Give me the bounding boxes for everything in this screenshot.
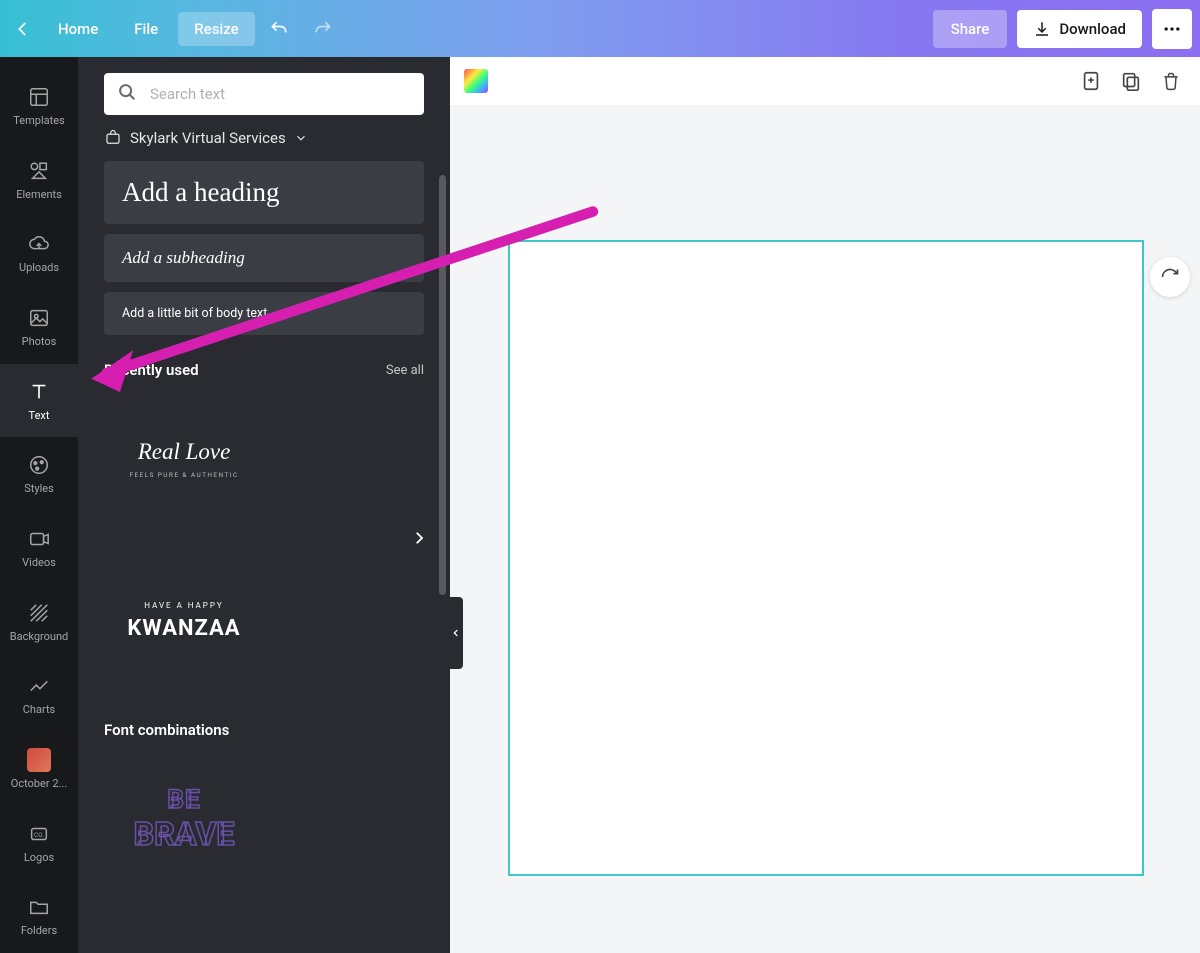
add-body-text-button[interactable]: Add a little bit of body text	[104, 292, 424, 335]
sidebar-label: Elements	[16, 188, 62, 201]
file-menu[interactable]: File	[118, 12, 174, 46]
regenerate-button[interactable]	[1150, 257, 1190, 297]
carousel-next-button[interactable]	[410, 529, 428, 551]
sidebar-label: Text	[29, 409, 50, 422]
sidebar-item-templates[interactable]: Templates	[0, 69, 78, 143]
sidebar-item-uploads[interactable]: Uploads	[0, 216, 78, 290]
brand-kit-selector[interactable]: Skylark Virtual Services	[104, 129, 424, 147]
brand-icon	[104, 129, 122, 147]
canvas-document[interactable]	[508, 240, 1144, 876]
brand-name-label: Skylark Virtual Services	[130, 129, 286, 147]
background-icon	[27, 601, 51, 625]
templates-icon	[27, 85, 51, 109]
font-combinations-header: Font combinations	[104, 721, 424, 739]
canvas-toolbar	[450, 57, 1200, 105]
document-color-swatch[interactable]	[464, 69, 488, 93]
scrollbar-thumb[interactable]	[439, 175, 446, 595]
sidebar-label: Uploads	[19, 261, 59, 274]
folders-icon	[27, 895, 51, 919]
sidebar-item-custom-folder[interactable]: October 2...	[0, 732, 78, 806]
sidebar-label: Photos	[22, 335, 57, 348]
download-label: Download	[1059, 20, 1126, 38]
add-page-button[interactable]	[1076, 66, 1106, 96]
sidebar-item-background[interactable]: Background	[0, 585, 78, 659]
text-icon	[27, 380, 51, 404]
download-button[interactable]: Download	[1017, 10, 1142, 48]
sidebar-item-photos[interactable]: Photos	[0, 290, 78, 364]
font-combinations-title: Font combinations	[104, 721, 229, 739]
recently-used-title: Recently used	[104, 361, 199, 379]
text-panel: Skylark Virtual Services Add a heading A…	[78, 57, 450, 953]
charts-icon	[27, 674, 51, 698]
search-container	[104, 73, 424, 115]
videos-icon	[27, 527, 51, 551]
sidebar-strip: Templates Elements Uploads Photos Text S…	[0, 57, 78, 953]
font-combination-template[interactable]: BE BRAVE	[104, 745, 264, 893]
sidebar-item-charts[interactable]: Charts	[0, 658, 78, 732]
sidebar-item-videos[interactable]: Videos	[0, 511, 78, 585]
sidebar-label: Templates	[13, 114, 64, 127]
font-combinations-grid: BE BRAVE BAKED FRESH Stay Fearless SHINE…	[104, 745, 424, 953]
sidebar-label: Folders	[21, 924, 57, 937]
resize-menu[interactable]: Resize	[178, 12, 254, 46]
sidebar-item-text[interactable]: Text	[0, 364, 78, 438]
sidebar-item-styles[interactable]: Styles	[0, 437, 78, 511]
sidebar-item-folders[interactable]: Folders	[0, 879, 78, 953]
share-button[interactable]: Share	[933, 10, 1008, 48]
panel-scrollbar[interactable]	[439, 175, 446, 943]
recently-used-header: Recently used See all	[104, 361, 424, 379]
elements-icon	[27, 159, 51, 183]
recent-text-template[interactable]: HAVE A HAPPY KWANZAA	[104, 547, 264, 695]
styles-icon	[27, 453, 51, 477]
folder-thumb-icon	[27, 748, 51, 772]
sidebar-label: Videos	[22, 556, 56, 569]
sidebar-label: Logos	[24, 851, 54, 864]
redo-button[interactable]	[303, 9, 343, 49]
sidebar-item-elements[interactable]: Elements	[0, 143, 78, 217]
sidebar-label: October 2...	[11, 777, 67, 790]
undo-button[interactable]	[259, 9, 299, 49]
add-subheading-button[interactable]: Add a subheading	[104, 234, 424, 282]
logos-icon: CO.	[27, 822, 51, 846]
sidebar-label: Charts	[23, 703, 55, 716]
photos-icon	[27, 306, 51, 330]
duplicate-page-button[interactable]	[1116, 66, 1146, 96]
see-all-link[interactable]: See all	[386, 363, 424, 378]
search-input[interactable]	[104, 73, 424, 115]
font-combination-template[interactable]: BAKED FRESH	[104, 907, 264, 953]
top-right-group: Share Download	[933, 9, 1192, 49]
back-button[interactable]	[8, 14, 38, 44]
top-left-group: Home File Resize	[8, 9, 343, 49]
top-menubar: Home File Resize Share Download	[0, 0, 1200, 57]
more-button[interactable]	[1152, 9, 1192, 49]
delete-page-button[interactable]	[1156, 66, 1186, 96]
home-menu[interactable]: Home	[42, 12, 114, 46]
sidebar-label: Styles	[24, 482, 54, 495]
collapse-panel-button[interactable]	[449, 597, 463, 669]
recent-text-template[interactable]: Real Love FEELS PURE & AUTHENTIC	[104, 385, 264, 533]
search-icon	[116, 81, 138, 107]
chevron-down-icon	[294, 131, 308, 145]
svg-text:CO.: CO.	[34, 830, 44, 838]
uploads-icon	[27, 232, 51, 256]
canvas-area	[450, 57, 1200, 953]
recently-used-row: Real Love FEELS PURE & AUTHENTIC HAVE A …	[104, 385, 424, 695]
sidebar-label: Background	[10, 630, 68, 643]
sidebar-item-logos[interactable]: CO. Logos	[0, 806, 78, 880]
add-heading-button[interactable]: Add a heading	[104, 161, 424, 224]
